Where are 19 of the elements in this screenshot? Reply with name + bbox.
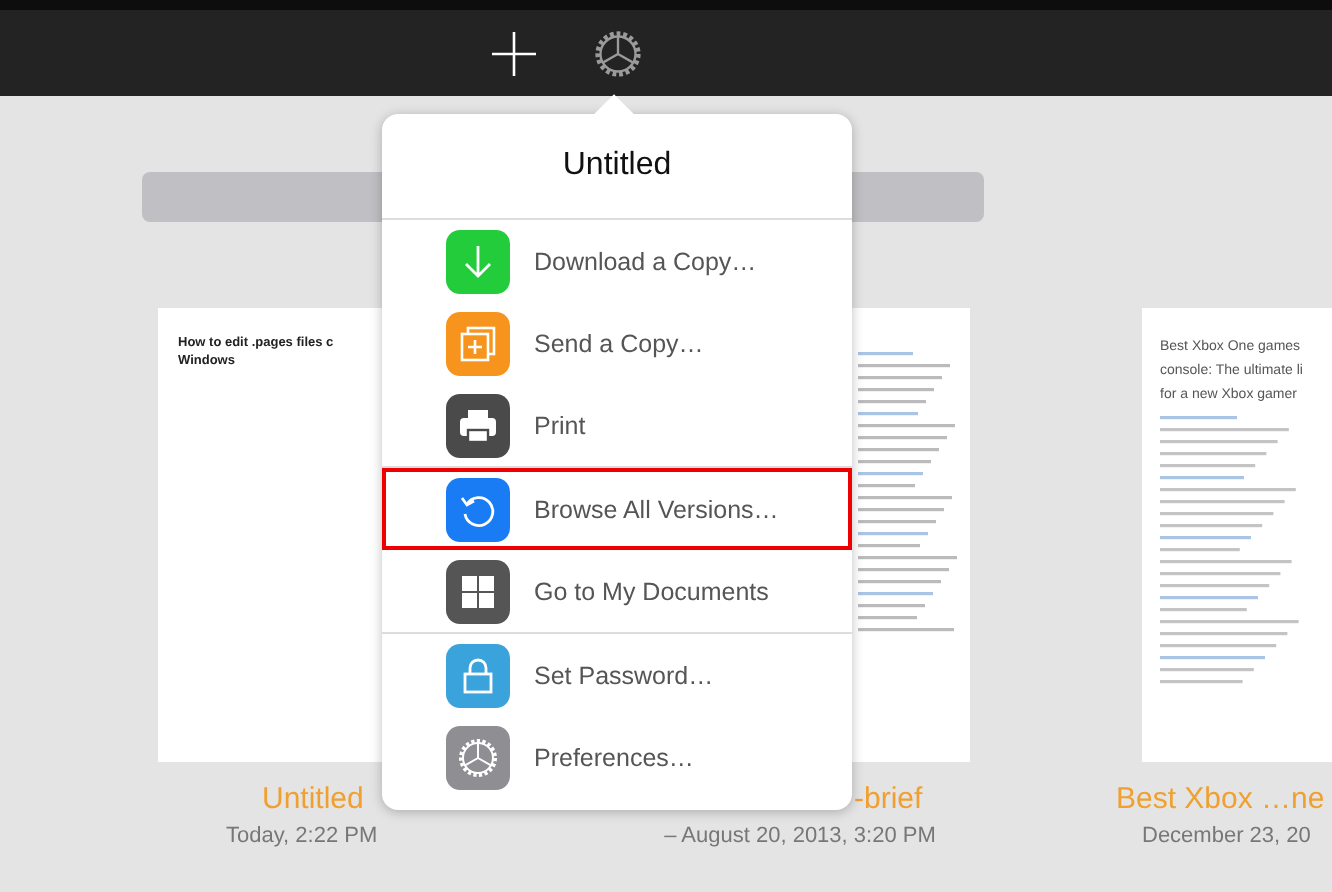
menu-item[interactable]: Print [382,384,852,466]
menu-item[interactable]: Browse All Versions… [382,468,852,550]
settings-icon[interactable] [590,25,646,81]
lock-icon [446,643,510,707]
download-icon [446,229,510,293]
document-date: December 23, 20 [1142,824,1311,848]
print-icon [446,393,510,457]
document-date: – August 20, 2013, 3:20 PM [664,824,936,848]
popover-title: Untitled [562,148,672,182]
menu-item[interactable]: Download a Copy… [382,220,852,302]
history-icon [446,477,510,541]
gear-icon [446,725,510,789]
menu-item[interactable]: Send a Copy… [382,302,852,384]
add-page-icon [446,311,510,375]
menu-item[interactable]: Preferences… [382,716,852,798]
menu-item[interactable]: Set Password… [382,634,852,716]
grid-icon [446,559,510,623]
document-date: Today, 2:22 PM [226,824,378,848]
menu-item[interactable]: Go to My Documents [382,550,852,632]
